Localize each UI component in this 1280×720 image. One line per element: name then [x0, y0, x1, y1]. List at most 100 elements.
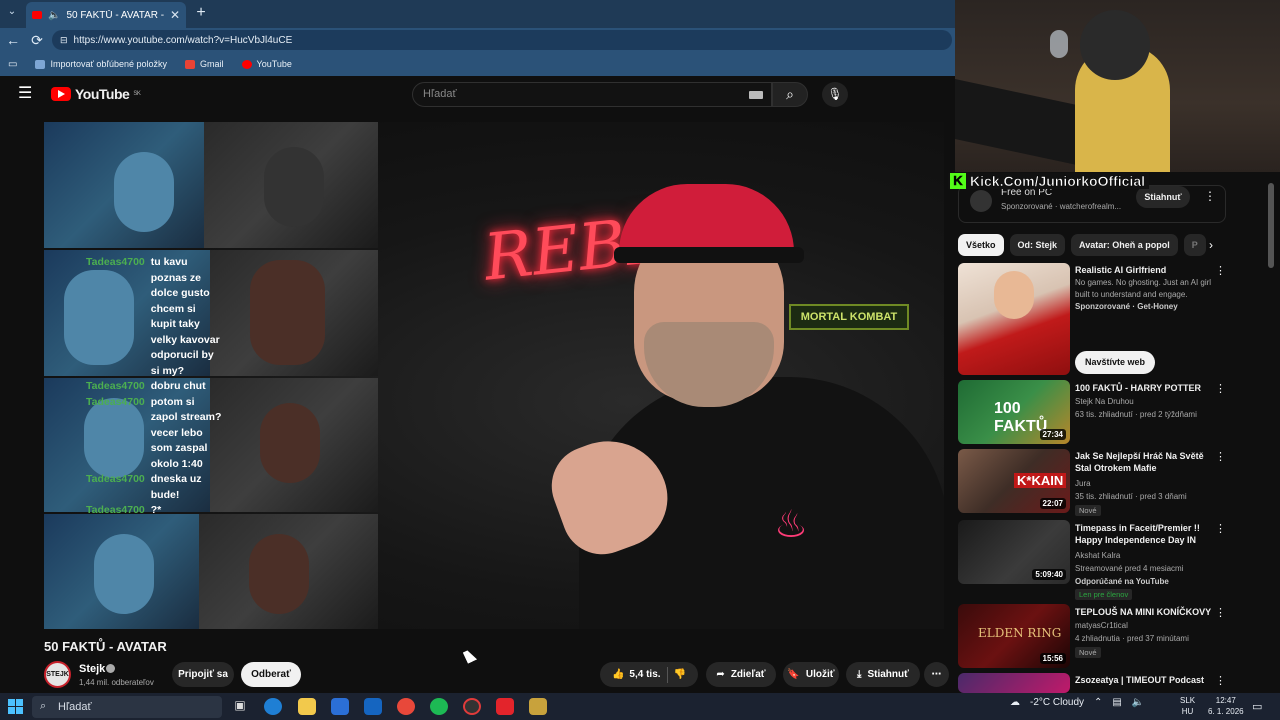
league-icon[interactable]	[529, 698, 547, 715]
spotify-icon[interactable]	[430, 698, 448, 715]
menu-icon[interactable]: ☰	[18, 86, 36, 102]
clock[interactable]: 12:47 6. 1. 2026	[1208, 695, 1244, 717]
search-input[interactable]: Hľadať	[412, 82, 772, 107]
site-info-icon[interactable]: ⊟	[60, 35, 68, 46]
more-actions-button[interactable]: ⋯	[924, 662, 949, 687]
store-icon[interactable]	[331, 698, 349, 715]
download-button[interactable]: ⤓ Stiahnuť	[846, 662, 920, 687]
outlook-icon[interactable]	[364, 698, 382, 715]
related-views: 4 zhliadnutia · pred 37 minútami	[1075, 634, 1189, 643]
more-options-icon[interactable]: ⋮	[1215, 450, 1226, 463]
sidebar-scrollbar[interactable]	[1268, 183, 1274, 268]
chip-from-channel[interactable]: Od: Stejk	[1009, 234, 1066, 256]
collage-tile	[44, 122, 204, 248]
video-thumbnail[interactable]: ELDEN RING 15:56	[958, 604, 1070, 668]
related-channel[interactable]: Akshat Kalra	[1075, 550, 1120, 562]
chat-message: Tadeas4700 ?*	[86, 504, 162, 516]
weather-text[interactable]: -2°C Cloudy	[1030, 697, 1084, 708]
collage-tile	[210, 378, 378, 512]
save-button[interactable]: 🔖 Uložiť	[783, 662, 839, 687]
related-title[interactable]: Jak Se Nejlepší Hráč Na Světě Stal Otrok…	[1075, 450, 1215, 474]
chrome-icon[interactable]	[397, 698, 415, 715]
kick-banner: K Kick.Com/JuniorkoOfficial	[948, 173, 1150, 189]
dislike-button[interactable]: 👎	[674, 669, 686, 680]
network-icon[interactable]: ▤	[1112, 697, 1121, 708]
language-indicator[interactable]: SLK HU	[1180, 695, 1195, 717]
back-button[interactable]: ←	[3, 30, 23, 50]
search-button[interactable]: ⌕	[772, 82, 808, 107]
more-options-icon[interactable]: ⋮	[1215, 606, 1226, 619]
related-title[interactable]: Zsozeatya | TIMEOUT Podcast	[1075, 674, 1215, 686]
related-title[interactable]: Timepass in Faceit/Premier !! Happy Inde…	[1075, 522, 1215, 546]
ad-thumbnail[interactable]	[958, 263, 1070, 375]
collections-icon[interactable]: ▭	[8, 59, 17, 70]
video-thumbnail[interactable]: 100 FAKTŮ 27:34	[958, 380, 1070, 444]
bookmark-import[interactable]: Importovať obľúbené položky	[35, 59, 167, 69]
windows-start-icon[interactable]	[8, 699, 23, 714]
verified-icon	[106, 664, 115, 673]
more-options-icon[interactable]: ⋮	[1204, 189, 1216, 203]
more-options-icon[interactable]: ⋮	[1215, 382, 1226, 395]
related-title[interactable]: 100 FAKTŮ - HARRY POTTER	[1075, 382, 1215, 394]
sponsored-download-button[interactable]: Stiahnuť	[1136, 186, 1190, 208]
related-title[interactable]: Realistic AI Girlfriend	[1075, 264, 1215, 276]
chevron-right-icon[interactable]: ›	[1202, 236, 1220, 254]
file-explorer-icon[interactable]	[298, 698, 316, 715]
kick-logo-icon: K	[950, 173, 966, 189]
thumbnail-face	[994, 271, 1034, 319]
video-player[interactable]: REBE MORTAL KOMBAT ♨ Tadeas4700 tu kavu p…	[44, 122, 944, 629]
duration-badge: 5:09:40	[1032, 569, 1066, 580]
speaker-icon[interactable]: 🔈	[48, 10, 60, 21]
task-view-icon[interactable]: ▣	[231, 698, 249, 715]
new-tab-button[interactable]: +	[192, 4, 210, 22]
chip-topic[interactable]: Avatar: Oheň a popol	[1071, 234, 1178, 256]
browser-tab-active[interactable]: 🔈 50 FAKTŮ - AVATAR - YouTube ✕	[26, 2, 186, 28]
more-options-icon[interactable]: ⋮	[1215, 264, 1226, 277]
new-badge: Nové	[1075, 505, 1101, 516]
join-button[interactable]: Pripojiť sa	[172, 662, 234, 687]
video-thumbnail[interactable]	[958, 673, 1070, 693]
volume-icon[interactable]: 🔈	[1132, 697, 1144, 708]
thumbnail-text: ELDEN RING	[978, 626, 1062, 640]
more-options-icon[interactable]: ⋮	[1215, 522, 1226, 535]
video-thumbnail[interactable]: K*KAIN 22:07	[958, 449, 1070, 513]
duration-badge: 22:07	[1039, 498, 1066, 509]
related-title[interactable]: TEPLOUŠ NA MINI KONÍČKOVY	[1075, 606, 1215, 618]
visit-website-button[interactable]: Navštívte web	[1075, 351, 1155, 374]
chat-message: Tadeas4700 potom si zapol stream? vecer l…	[86, 395, 222, 470]
share-button[interactable]: ➦ Zdieľať	[706, 662, 776, 687]
gmail-icon	[185, 59, 196, 69]
related-channel[interactable]: matyasCr1tical	[1075, 620, 1128, 632]
microphone-icon[interactable]: 🎙	[822, 82, 848, 107]
url-field[interactable]: ⊟ https://www.youtube.com/watch?v=HucVbJ…	[52, 30, 952, 50]
obs-icon[interactable]	[463, 698, 481, 715]
edge-browser-icon[interactable]	[264, 698, 282, 715]
subscribe-button[interactable]: Odberať	[241, 662, 301, 687]
like-button[interactable]: 👍 5,4 tis.	[612, 669, 661, 680]
keyboard-icon[interactable]	[749, 91, 763, 99]
like-dislike-group: 👍 5,4 tis. 👎	[600, 662, 698, 687]
related-description: No games. No ghosting. Just an AI girl b…	[1075, 278, 1212, 299]
channel-name[interactable]: Stejk	[79, 663, 105, 675]
related-channel[interactable]: Stejk Na Druhou	[1075, 396, 1134, 408]
webcam-streamer-head	[1080, 10, 1150, 80]
close-tab-icon[interactable]: ✕	[170, 8, 180, 22]
more-options-icon[interactable]: ⋮	[1215, 674, 1226, 687]
related-channel[interactable]: Jura	[1075, 478, 1091, 490]
notification-icon[interactable]: ▭	[1252, 700, 1262, 713]
chevron-up-icon[interactable]: ⌃	[1094, 697, 1102, 708]
tab-list-icon[interactable]: ⌄	[4, 6, 20, 22]
bookmark-icon: 🔖	[787, 669, 800, 680]
taskbar-search-input[interactable]: Hľadať	[32, 696, 222, 718]
filter-chips: Všetko Od: Stejk Avatar: Oheň a popol P	[958, 234, 1220, 256]
channel-avatar[interactable]: STEJK	[44, 661, 71, 688]
reload-button[interactable]: ⟳	[27, 30, 47, 50]
related-views: 35 tis. zhliadnutí · pred 3 dňami	[1075, 492, 1187, 501]
app-icon[interactable]	[496, 698, 514, 715]
bookmark-youtube[interactable]: YouTube	[241, 59, 292, 69]
chip-all[interactable]: Všetko	[958, 234, 1004, 256]
bookmark-gmail[interactable]: Gmail	[185, 59, 224, 69]
video-title: 50 FAKTŮ - AVATAR	[44, 639, 167, 654]
youtube-logo[interactable]: YouTube SK	[51, 86, 141, 102]
video-thumbnail[interactable]: 5:09:40	[958, 520, 1070, 584]
